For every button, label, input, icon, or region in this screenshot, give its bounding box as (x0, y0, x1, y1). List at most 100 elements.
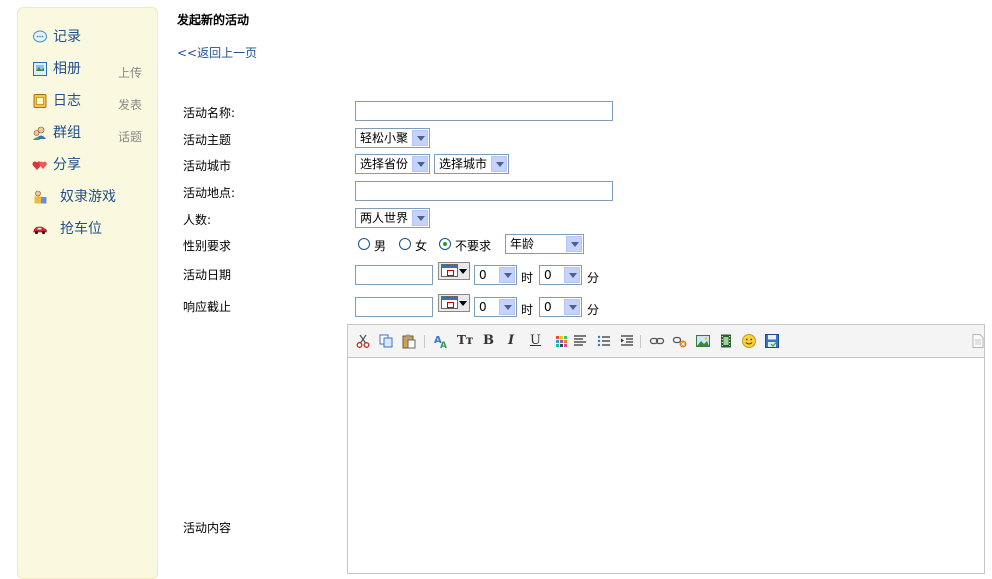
theme-select[interactable]: 轻松小聚 (355, 128, 430, 148)
date-hour-value: 0 (479, 268, 487, 282)
age-select[interactable]: 年龄 (505, 234, 584, 254)
sidebar-item-label: 日志 (53, 93, 81, 109)
svg-text:A: A (440, 341, 447, 349)
bold-icon[interactable]: B (483, 333, 499, 349)
content-label: 活动内容 (183, 521, 232, 535)
people-label: 人数: (183, 213, 212, 227)
sidebar-item-blog[interactable]: 日志 发表 (32, 91, 154, 113)
save-icon[interactable] (764, 333, 780, 349)
date-hour-select[interactable]: 0 (474, 265, 517, 285)
activity-city-label: 活动城市 (183, 159, 232, 173)
indent-icon[interactable] (619, 333, 635, 349)
sidebar-item-slave-game[interactable]: 奴隶游戏 (32, 187, 154, 207)
sidebar-item-label: 奴隶游戏 (60, 189, 116, 205)
align-left-icon[interactable] (572, 333, 588, 349)
age-select-value: 年龄 (510, 237, 535, 251)
sidebar: 记录 相册 上传 日志 发表 群组 话题 分享 奴隶游戏 抢车位 (17, 7, 158, 579)
province-select[interactable]: 选择省份 (355, 154, 430, 174)
activity-date-label: 活动日期 (183, 268, 232, 282)
cut-icon[interactable] (355, 333, 371, 349)
color-icon[interactable] (553, 333, 569, 349)
deadline-date-input[interactable] (355, 297, 433, 317)
toolbar-separator (424, 335, 425, 348)
font-size-icon[interactable]: Tт (457, 333, 475, 349)
minute-unit: 分 (587, 271, 600, 285)
link-icon[interactable] (649, 333, 665, 349)
list-icon[interactable] (596, 333, 612, 349)
province-select-value: 选择省份 (360, 157, 409, 171)
font-icon[interactable]: AA (433, 333, 449, 349)
rich-text-editor: AA Tт B I U (347, 324, 985, 574)
sidebar-item-label: 相册 (53, 61, 81, 77)
paste-icon[interactable] (401, 333, 417, 349)
sidebar-item-records[interactable]: 记录 (32, 27, 154, 47)
upload-link[interactable]: 上传 (118, 64, 142, 81)
people-select-value: 两人世界 (360, 211, 409, 225)
sidebar-item-label: 记录 (53, 29, 81, 45)
chevron-down-icon[interactable] (499, 299, 515, 315)
chevron-down-icon[interactable] (412, 130, 428, 146)
unlink-icon[interactable] (672, 333, 688, 349)
deadline-hour-select[interactable]: 0 (474, 297, 517, 317)
deadline-minute-value: 0 (544, 300, 552, 314)
italic-icon[interactable]: I (508, 333, 524, 349)
sidebar-item-parking[interactable]: 抢车位 (32, 219, 154, 239)
city-select[interactable]: 选择城市 (434, 154, 509, 174)
deadline-label: 响应截止 (183, 300, 232, 314)
chevron-down-icon[interactable] (412, 156, 428, 172)
emoticon-icon[interactable] (741, 333, 757, 349)
back-link[interactable]: <<返回上一页 (177, 44, 257, 61)
people-select[interactable]: 两人世界 (355, 208, 430, 228)
chevron-down-icon[interactable] (564, 267, 580, 283)
chevron-down-icon[interactable] (412, 210, 428, 226)
speech-bubble-icon (33, 30, 47, 43)
chevron-down-icon[interactable] (566, 236, 582, 252)
editor-content-area[interactable] (348, 358, 984, 573)
sidebar-item-label: 抢车位 (60, 221, 102, 237)
chevron-down-icon[interactable] (499, 267, 515, 283)
deadline-minute-select[interactable]: 0 (539, 297, 582, 317)
topics-link[interactable]: 话题 (118, 128, 142, 145)
date-minute-value: 0 (544, 268, 552, 282)
image-icon[interactable] (695, 333, 711, 349)
activity-place-input[interactable] (355, 181, 613, 201)
sidebar-item-label: 分享 (53, 157, 81, 173)
sidebar-item-label: 群组 (53, 125, 81, 141)
dropdown-arrow-icon (459, 301, 467, 306)
gender-female-radio[interactable] (399, 238, 411, 250)
video-icon[interactable] (718, 333, 734, 349)
chevron-down-icon[interactable] (564, 299, 580, 315)
source-icon[interactable] (970, 333, 986, 349)
car-icon (33, 226, 47, 235)
copy-icon[interactable] (378, 333, 394, 349)
hour-unit: 时 (521, 271, 534, 285)
toolbar-separator (640, 335, 641, 348)
activity-name-input[interactable] (355, 101, 613, 121)
date-picker-button[interactable] (438, 262, 470, 280)
page-title: 发起新的活动 (177, 13, 250, 27)
sidebar-item-groups[interactable]: 群组 话题 (32, 123, 154, 145)
calendar-icon (441, 264, 458, 277)
gender-male-radio[interactable] (358, 238, 370, 250)
gender-any-label: 不要求 (455, 239, 492, 253)
sidebar-item-share[interactable]: 分享 (32, 155, 154, 175)
gender-male-label: 男 (374, 239, 387, 253)
gender-label: 性别要求 (183, 239, 232, 253)
sidebar-item-album[interactable]: 相册 上传 (32, 59, 154, 81)
editor-toolbar: AA Tт B I U (348, 325, 984, 358)
date-minute-select[interactable]: 0 (539, 265, 582, 285)
chevron-down-icon[interactable] (491, 156, 507, 172)
underline-icon[interactable]: U (530, 333, 546, 349)
publish-link[interactable]: 发表 (118, 96, 142, 113)
gender-any-radio[interactable] (439, 238, 451, 250)
photo-album-icon (33, 62, 47, 76)
deadline-picker-button[interactable] (438, 294, 470, 312)
deadline-hour-value: 0 (479, 300, 487, 314)
activity-theme-label: 活动主题 (183, 133, 232, 147)
game-people-icon (34, 190, 47, 204)
activity-date-input[interactable] (355, 265, 433, 285)
dropdown-arrow-icon (459, 269, 467, 274)
activity-place-label: 活动地点: (183, 186, 236, 200)
hour-unit: 时 (521, 303, 534, 317)
minute-unit: 分 (587, 303, 600, 317)
